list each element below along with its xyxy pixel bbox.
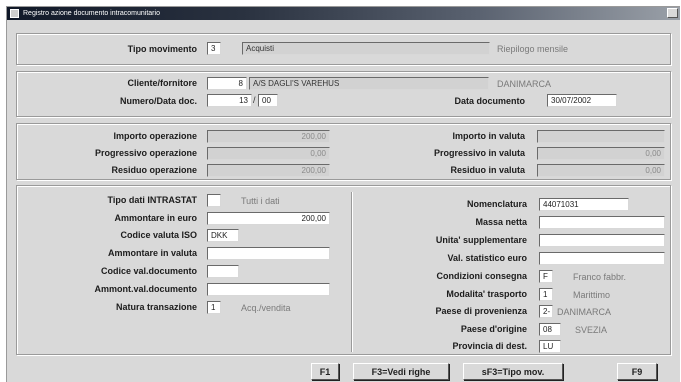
movement-panel: Tipo movimento 3 Acquisti Riepilogo mens… bbox=[16, 33, 671, 65]
document-panel: Cliente/fornitore 8 A/S DAGLI'S VAREHUS … bbox=[16, 71, 671, 117]
condizioni-consegna-code[interactable]: F bbox=[539, 270, 553, 283]
doc-number[interactable]: 13 bbox=[207, 94, 252, 107]
natura-transazione-code[interactable]: 1 bbox=[207, 301, 221, 314]
tipo-movimento-code[interactable]: 3 bbox=[207, 42, 221, 55]
doc-number-separator: / bbox=[253, 95, 256, 105]
residuo-label: Residuo operazione bbox=[111, 165, 197, 175]
codice-val-doc-value[interactable] bbox=[207, 265, 239, 278]
app-window: Registro azione documento intracomunitar… bbox=[6, 6, 680, 382]
natura-transazione-desc: Acq./vendita bbox=[241, 303, 291, 313]
val-statistico-value[interactable] bbox=[539, 252, 665, 265]
importo-valuta-label: Importo in valuta bbox=[452, 131, 525, 141]
tipo-movimento-desc: Acquisti bbox=[242, 42, 490, 55]
nomenclatura-label: Nomenclatura bbox=[466, 199, 527, 209]
numero-data-label: Numero/Data doc. bbox=[119, 96, 197, 106]
column-divider bbox=[351, 192, 352, 352]
riepilogo-note: Riepilogo mensile bbox=[497, 44, 569, 54]
window-title: Registro azione documento intracomunitar… bbox=[23, 10, 160, 17]
paese-origine-label: Paese d'origine bbox=[460, 324, 527, 334]
ammontare-valuta-label: Ammontare in valuta bbox=[107, 248, 197, 258]
importo-valuta-value bbox=[537, 130, 665, 143]
residuo-valuta-value: 0,00 bbox=[537, 164, 665, 177]
tipo-mov-button[interactable]: sF3=Tipo mov. bbox=[463, 363, 563, 380]
amounts-panel: Importo operazione 200,00 Progressivo op… bbox=[16, 123, 671, 180]
importo-value: 200,00 bbox=[207, 130, 330, 143]
country-name: DANIMARCA bbox=[497, 79, 552, 89]
vedi-righe-button[interactable]: F3=Vedi righe bbox=[353, 363, 449, 380]
unita-supplementare-value[interactable] bbox=[539, 234, 665, 247]
paese-provenienza-desc: DANIMARCA bbox=[557, 307, 612, 317]
modalita-trasporto-label: Modalita' trasporto bbox=[446, 289, 527, 299]
f9-button[interactable]: F9 bbox=[617, 363, 657, 380]
massa-netta-value[interactable] bbox=[539, 216, 665, 229]
app-icon bbox=[10, 9, 19, 18]
paese-origine-code[interactable]: 08 bbox=[539, 323, 561, 336]
paese-origine-desc: SVEZIA bbox=[575, 325, 608, 335]
modalita-trasporto-desc: Marittimo bbox=[573, 290, 611, 300]
condizioni-consegna-desc: Franco fabbr. bbox=[573, 272, 627, 282]
close-icon[interactable] bbox=[667, 8, 678, 18]
paese-provenienza-label: Paese di provenienza bbox=[435, 306, 527, 316]
provincia-dest-label: Provincia di dest. bbox=[452, 341, 527, 351]
ammont-val-doc-label: Ammont.val.documento bbox=[94, 284, 197, 294]
nomenclatura-value[interactable]: 44071031 bbox=[539, 198, 629, 211]
condizioni-consegna-label: Condizioni consegna bbox=[436, 271, 527, 281]
importo-label: Importo operazione bbox=[113, 131, 197, 141]
cliente-code[interactable]: 8 bbox=[207, 77, 247, 90]
cliente-name: A/S DAGLI'S VAREHUS bbox=[249, 77, 489, 90]
cliente-fornitore-label: Cliente/fornitore bbox=[127, 78, 197, 88]
doc-date[interactable]: 30/07/2002 bbox=[547, 94, 617, 107]
doc-suffix[interactable]: 00 bbox=[258, 94, 278, 107]
ammontare-euro-value[interactable]: 200,00 bbox=[207, 212, 330, 225]
ammontare-valuta-value[interactable] bbox=[207, 247, 330, 260]
paese-provenienza-code[interactable]: 2- bbox=[539, 305, 553, 318]
codice-valuta-value[interactable]: DKK bbox=[207, 229, 239, 242]
massa-netta-label: Massa netta bbox=[475, 217, 527, 227]
modalita-trasporto-code[interactable]: 1 bbox=[539, 288, 553, 301]
unita-supplementare-label: Unita' supplementare bbox=[435, 235, 527, 245]
f1-button[interactable]: F1 bbox=[311, 363, 339, 380]
data-documento-label: Data documento bbox=[454, 96, 525, 106]
val-statistico-label: Val. statistico euro bbox=[447, 253, 527, 263]
progressivo-valuta-label: Progressivo in valuta bbox=[433, 148, 525, 158]
ammontare-euro-label: Ammontare in euro bbox=[114, 213, 197, 223]
residuo-valuta-label: Residuo in valuta bbox=[450, 165, 525, 175]
codice-valuta-label: Codice valuta ISO bbox=[120, 230, 197, 240]
provincia-dest-value[interactable]: LU bbox=[539, 340, 561, 353]
codice-val-doc-label: Codice val.documento bbox=[100, 266, 197, 276]
tipo-intrastat-label: Tipo dati INTRASTAT bbox=[107, 195, 198, 205]
natura-transazione-label: Natura transazione bbox=[115, 302, 197, 312]
tipo-intrastat-desc: Tutti i dati bbox=[241, 196, 280, 206]
progressivo-label: Progressivo operazione bbox=[94, 148, 197, 158]
progressivo-value: 0,00 bbox=[207, 147, 330, 160]
ammont-val-doc-value[interactable] bbox=[207, 283, 330, 296]
residuo-value: 200,00 bbox=[207, 164, 330, 177]
title-bar: Registro azione documento intracomunitar… bbox=[7, 7, 680, 20]
tipo-movimento-label: Tipo movimento bbox=[127, 44, 197, 54]
progressivo-valuta-value: 0,00 bbox=[537, 147, 665, 160]
intrastat-panel: Tipo dati INTRASTAT Tutti i dati Ammonta… bbox=[16, 185, 671, 355]
tipo-intrastat-code[interactable] bbox=[207, 194, 221, 207]
